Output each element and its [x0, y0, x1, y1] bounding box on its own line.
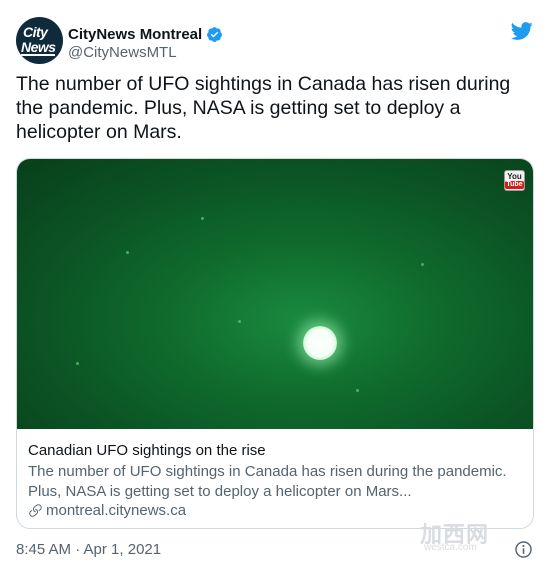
ufo-light: [303, 326, 337, 360]
card-domain-text[interactable]: montreal.citynews.ca: [46, 502, 186, 519]
author-name-row[interactable]: CityNews Montreal: [68, 25, 223, 43]
avatar-logo-underline: [21, 54, 55, 56]
sky-speck: [126, 251, 129, 254]
card-description: The number of UFO sightings in Canada ha…: [28, 463, 507, 500]
sky-speck: [76, 362, 79, 365]
sky-speck: [421, 263, 424, 266]
avatar-logo-city: City: [23, 24, 48, 40]
link-icon: [29, 504, 42, 517]
card-domain[interactable]: montreal.citynews.ca: [28, 502, 186, 519]
info-icon[interactable]: [514, 540, 533, 559]
verified-badge-icon: [207, 26, 223, 42]
twitter-bird-icon[interactable]: [510, 20, 534, 42]
tweet-timestamp[interactable]: 8:45 AM · Apr 1, 2021: [16, 541, 161, 558]
youtube-badge-bottom: Tube: [505, 181, 524, 189]
tweet-text: The number of UFO sightings in Canada ha…: [16, 73, 511, 143]
sky-speck: [238, 320, 241, 323]
avatar[interactable]: City News: [16, 17, 63, 64]
card-image[interactable]: You Tube: [17, 159, 533, 429]
tweet[interactable]: City News CityNews Montreal @CityNewsMTL…: [0, 0, 553, 576]
card-title[interactable]: Canadian UFO sightings on the rise: [28, 442, 266, 459]
sky-speck: [356, 389, 359, 392]
sky-speck: [201, 217, 204, 220]
avatar-logo-news: News: [21, 39, 56, 55]
youtube-badge-top: You: [507, 172, 522, 181]
author-handle[interactable]: @CityNewsMTL: [68, 44, 177, 61]
youtube-icon: You Tube: [504, 170, 525, 191]
watermark-url: westca.com: [424, 542, 477, 553]
display-name[interactable]: CityNews Montreal: [68, 26, 202, 43]
link-card[interactable]: You Tube Canadian UFO sightings on the r…: [16, 158, 534, 529]
